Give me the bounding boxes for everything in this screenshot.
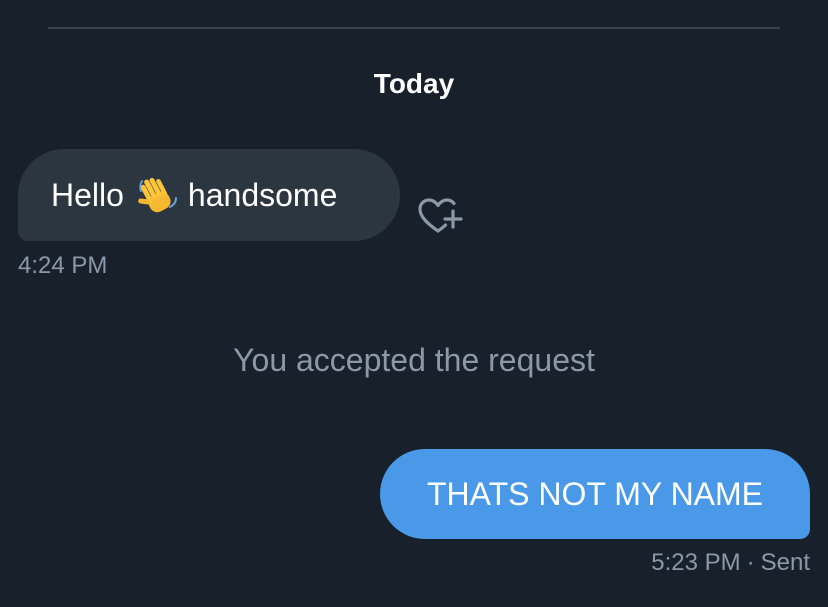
dm-conversation: Today Hello handsome 4:24 PM You accepte… — [0, 0, 828, 607]
outgoing-message-time: 5:23 PM — [651, 549, 741, 576]
request-accepted-notice: You accepted the request — [233, 342, 595, 378]
top-divider — [48, 27, 780, 29]
outgoing-message-bubble[interactable]: THATS NOT MY NAME — [380, 449, 810, 539]
outgoing-message-meta: 5:23 PM · Sent — [651, 548, 810, 578]
heart-plus-icon[interactable] — [414, 194, 466, 238]
meta-separator: · — [746, 549, 755, 576]
message-text-after: handsome — [187, 176, 338, 213]
waving-hand-icon — [138, 177, 177, 213]
outgoing-message-text: THATS NOT MY NAME — [426, 475, 764, 512]
delivery-status: Sent — [760, 549, 810, 576]
date-header: Today — [373, 68, 455, 99]
incoming-message-time: 4:24 PM — [18, 252, 108, 279]
incoming-message-bubble[interactable]: Hello handsome — [18, 149, 400, 241]
message-text-before: Hello — [51, 176, 124, 213]
